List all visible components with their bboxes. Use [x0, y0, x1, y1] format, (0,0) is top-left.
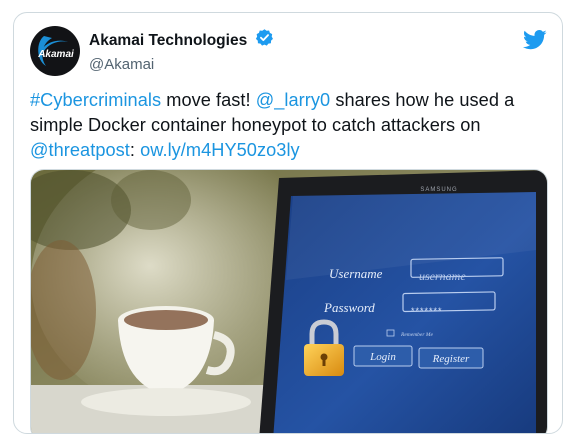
- display-name[interactable]: Akamai Technologies: [89, 32, 247, 50]
- laptop-brand: SAMSUNG: [420, 187, 457, 193]
- tweet-card[interactable]: Akamai Akamai Technologies @Akamai #Cybe…: [13, 12, 563, 434]
- screen-password-dots: *******: [411, 306, 443, 316]
- tweet-text-part: move fast!: [161, 90, 256, 110]
- tweet-text-part: :: [129, 140, 141, 160]
- mention-link[interactable]: @_larry0: [256, 90, 330, 110]
- screen-remember-label: Remember Me: [400, 332, 433, 338]
- akamai-logo: Akamai: [37, 36, 74, 66]
- screen-username-label: Username: [329, 266, 383, 281]
- avatar-wordmark: Akamai: [37, 49, 74, 60]
- handle[interactable]: @Akamai: [89, 56, 274, 73]
- mention-link[interactable]: @threatpost: [30, 140, 130, 160]
- twitter-bird-icon[interactable]: [523, 30, 547, 55]
- verified-badge-icon: [255, 28, 274, 52]
- screen-username-placeholder: username: [419, 269, 466, 283]
- tweet-text: #Cybercriminals move fast! @_larry0 shar…: [30, 88, 550, 163]
- account-names: Akamai Technologies @Akamai: [89, 28, 274, 73]
- screen-register-button: Register: [432, 353, 470, 365]
- url-link[interactable]: ow.ly/m4HY50zo3ly: [140, 140, 300, 160]
- screen-login-button: Login: [369, 351, 396, 363]
- tweet-image[interactable]: SAMSUNG Username username Password *****…: [30, 169, 548, 433]
- hashtag-link[interactable]: #Cybercriminals: [30, 90, 161, 110]
- screen-password-label: Password: [323, 300, 375, 315]
- avatar[interactable]: Akamai: [30, 26, 80, 76]
